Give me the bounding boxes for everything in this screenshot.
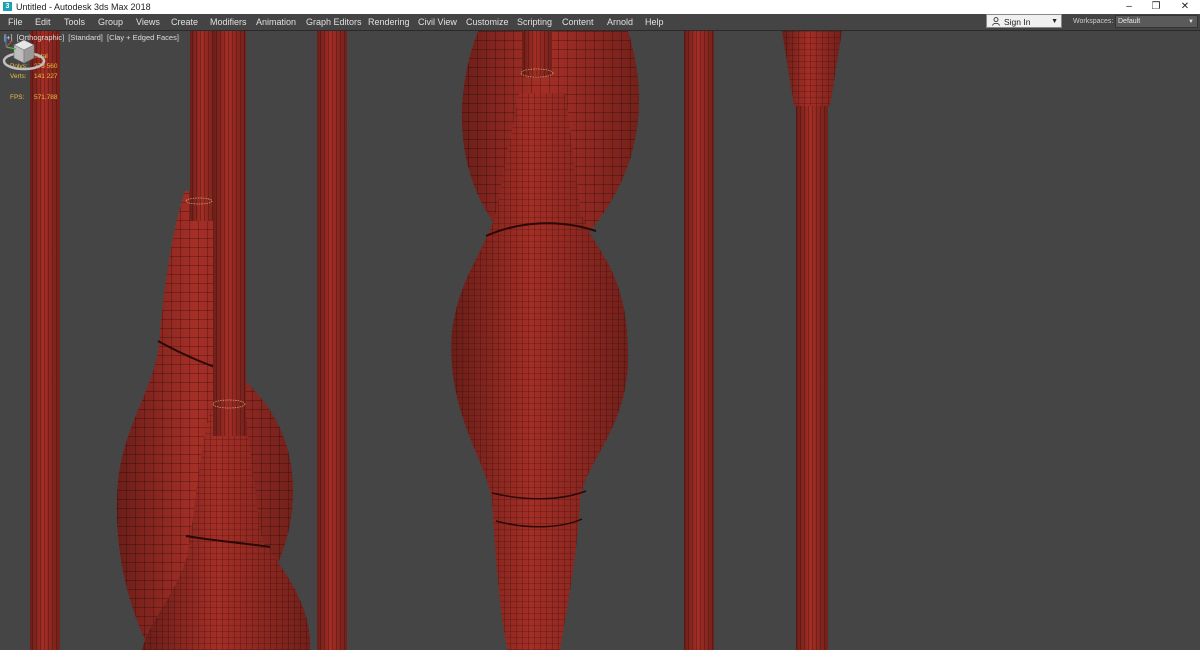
window-title: Untitled - Autodesk 3ds Max 2018 xyxy=(16,2,151,12)
pole-mid xyxy=(317,31,347,650)
pole-center xyxy=(520,31,554,78)
viewport-shading-menu[interactable]: [Clay + Edged Faces] xyxy=(107,33,179,42)
menu-scripting[interactable]: Scripting xyxy=(517,14,552,30)
menu-customize[interactable]: Customize xyxy=(466,14,509,30)
maximize-button[interactable]: ❐ xyxy=(1143,0,1169,14)
stats-fps-value: 571,788 xyxy=(34,94,58,101)
menu-arnold[interactable]: Arnold xyxy=(607,14,633,30)
perspective-viewport[interactable]: [+] [Orthographic] [Standard] [Clay + Ed… xyxy=(0,31,1200,650)
pole-right-b xyxy=(782,31,842,650)
menu-civil-view[interactable]: Civil View xyxy=(418,14,457,30)
viewport-standard-menu[interactable]: [Standard] xyxy=(68,33,103,42)
axis-tripod-icon xyxy=(5,35,17,50)
sign-in-label: Sign In xyxy=(1004,17,1031,27)
3ds-max-app-icon[interactable]: 3 xyxy=(3,2,12,11)
workspaces-value: Default xyxy=(1118,18,1141,25)
menu-content[interactable]: Content xyxy=(562,14,594,30)
workspaces-dropdown[interactable]: Default ▼ xyxy=(1115,15,1198,28)
menu-graph-editors[interactable]: Graph Editors xyxy=(306,14,362,30)
scene-render xyxy=(30,31,842,650)
menu-rendering[interactable]: Rendering xyxy=(368,14,410,30)
menu-views[interactable]: Views xyxy=(136,14,160,30)
menu-help[interactable]: Help xyxy=(645,14,664,30)
stats-fps-label: FPS: xyxy=(10,94,25,101)
chevron-down-icon: ▼ xyxy=(1188,19,1194,25)
menu-animation[interactable]: Animation xyxy=(256,14,296,30)
minimize-button[interactable]: – xyxy=(1116,0,1142,14)
menu-tools[interactable]: Tools xyxy=(64,14,85,30)
pole-left-edge xyxy=(30,31,60,650)
sign-in-button[interactable]: Sign In ▼ xyxy=(986,14,1062,28)
menu-group[interactable]: Group xyxy=(98,14,123,30)
pole-right-a xyxy=(684,31,714,650)
menu-create[interactable]: Create xyxy=(171,14,198,30)
title-bar: 3 Untitled - Autodesk 3ds Max 2018 – ❐ ✕ xyxy=(0,0,1200,14)
user-icon xyxy=(992,17,1000,26)
menu-modifiers[interactable]: Modifiers xyxy=(210,14,247,30)
chevron-down-icon: ▼ xyxy=(1051,18,1058,25)
close-button[interactable]: ✕ xyxy=(1172,0,1198,14)
workspaces-label: Workspaces: xyxy=(1073,18,1114,25)
menu-file[interactable]: File xyxy=(8,14,23,30)
menu-edit[interactable]: Edit xyxy=(35,14,51,30)
